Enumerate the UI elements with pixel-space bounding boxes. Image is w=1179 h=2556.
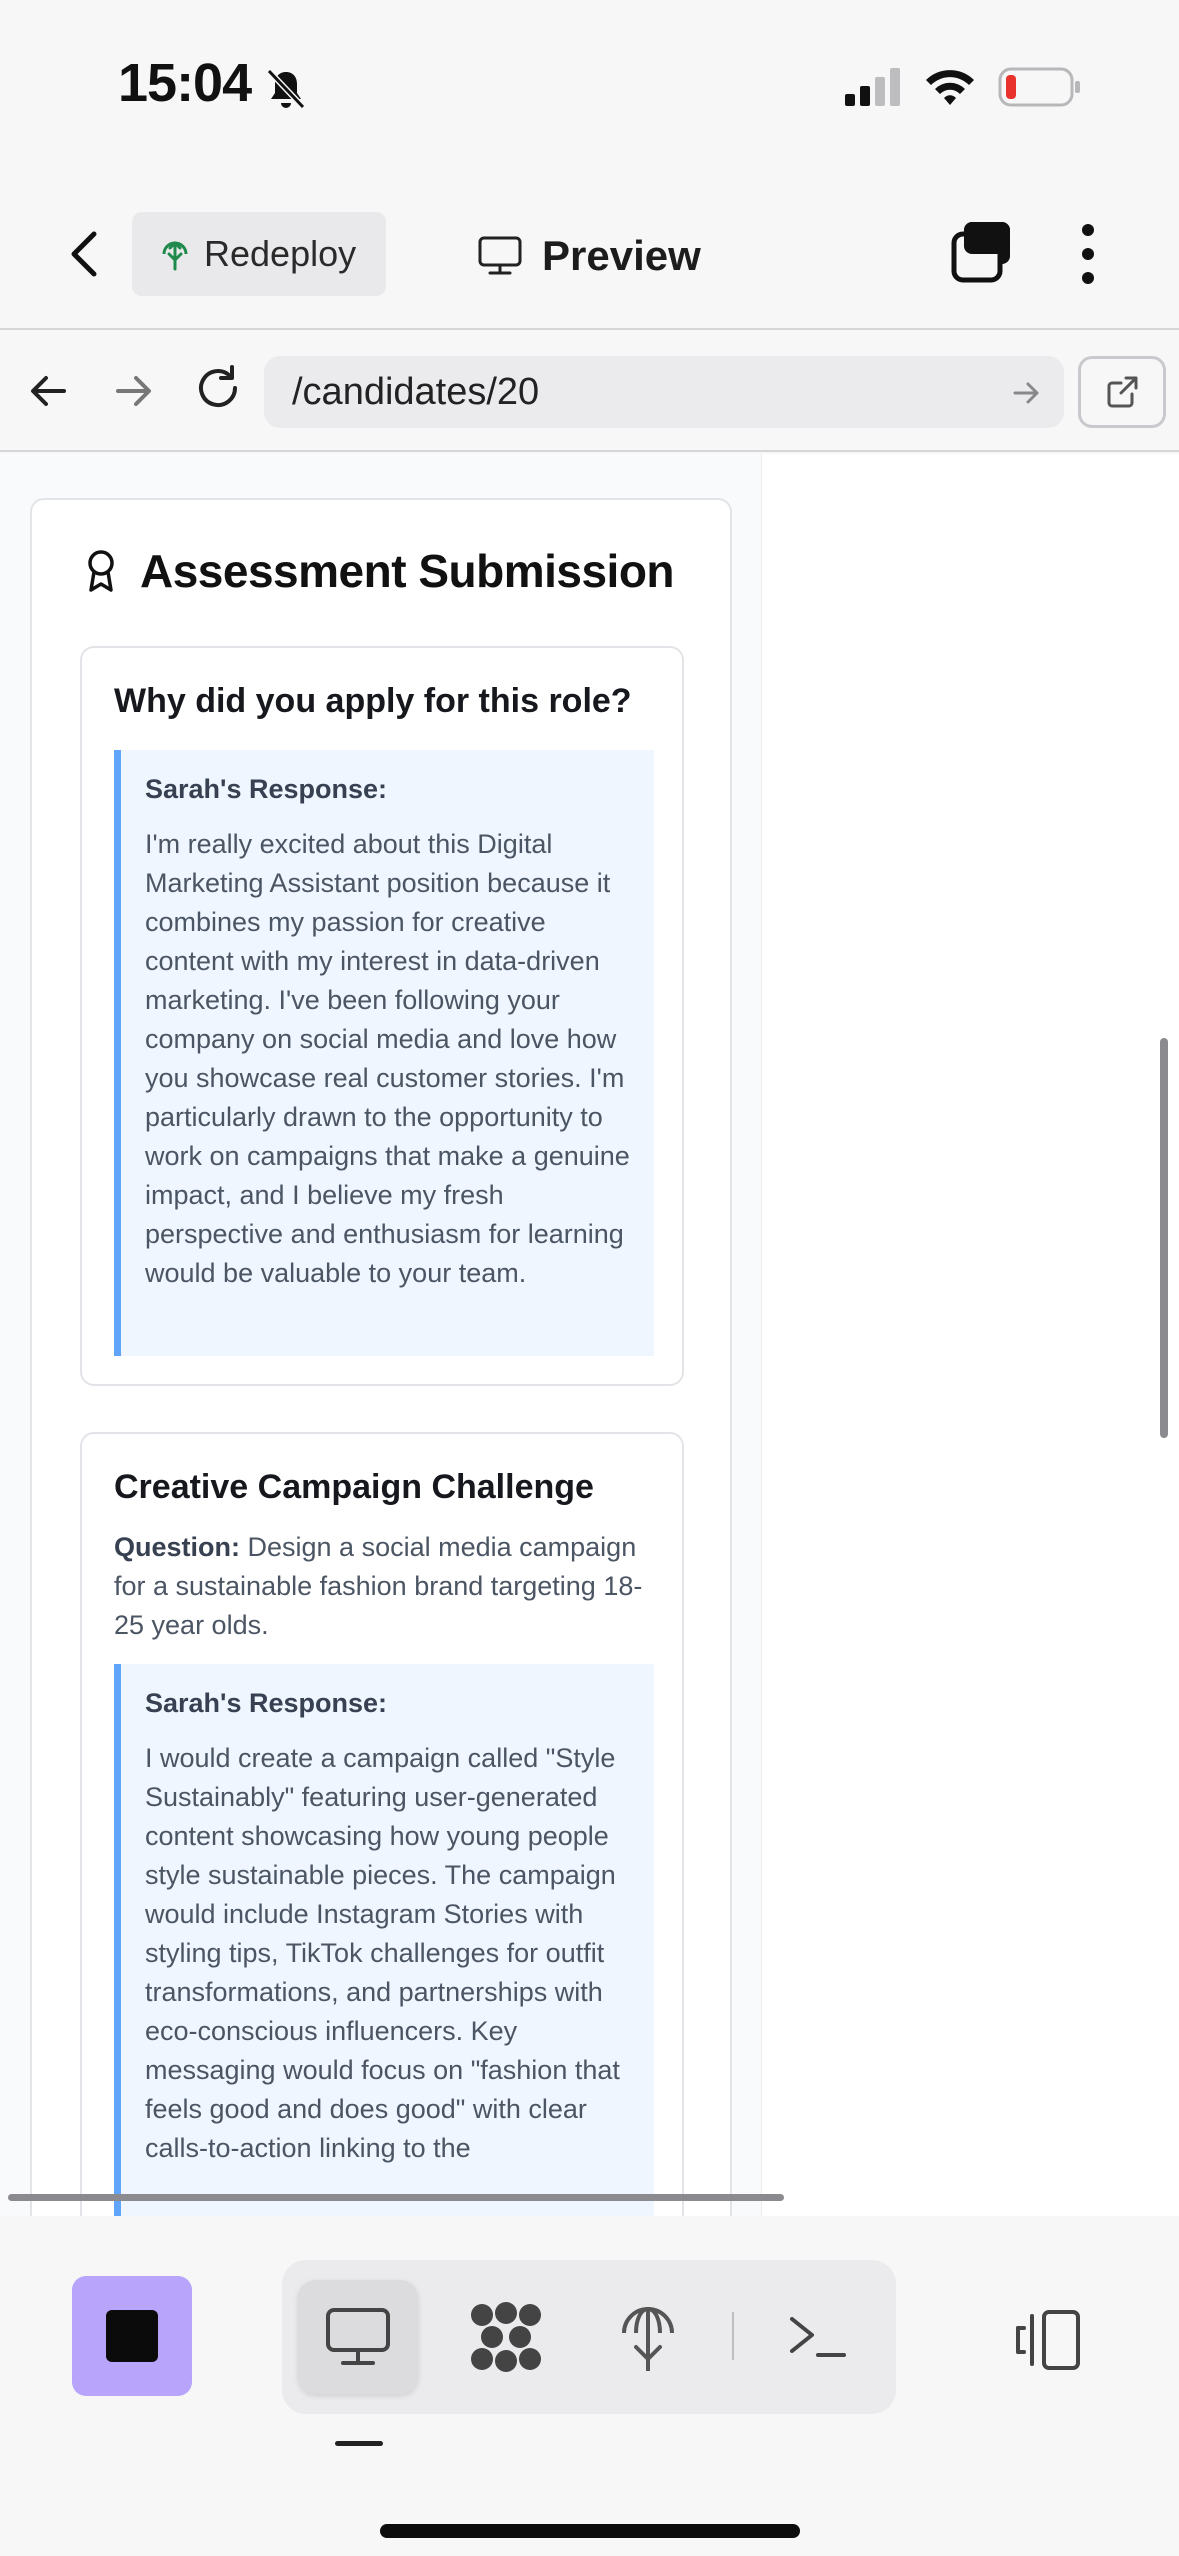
app-header: Redeploy Preview (0, 170, 1179, 330)
graph-tool-button[interactable] (446, 2280, 566, 2394)
question-label: Question: (114, 1532, 240, 1562)
open-external-button[interactable] (1078, 356, 1166, 428)
status-bar: 15:04 (0, 0, 1179, 170)
console-icon (790, 2317, 846, 2357)
url-text: /candidates/20 (292, 370, 540, 413)
question-title: Creative Campaign Challenge (114, 1468, 594, 1506)
vertical-scrollbar[interactable] (1160, 1038, 1168, 1438)
layers-icon[interactable] (950, 220, 1014, 284)
url-go-icon[interactable] (1010, 376, 1044, 410)
card-header: Assessment Submission (84, 544, 675, 598)
stop-button[interactable] (72, 2276, 192, 2396)
deploy-icon (622, 2306, 674, 2371)
bottom-toolbar (0, 2216, 1179, 2556)
arrow-right-icon[interactable] (108, 366, 158, 416)
desktop-tool-button[interactable] (298, 2280, 418, 2394)
response-text: I would create a campaign called "Style … (145, 1743, 620, 2163)
status-time: 15:04 (118, 53, 252, 113)
response-box: Sarah's Response: I'm really excited abo… (114, 750, 654, 1356)
response-text: I'm really excited about this Digital Ma… (145, 829, 630, 1288)
open-external-icon (1107, 376, 1138, 408)
preview-label: Preview (542, 232, 701, 279)
wifi-icon (926, 70, 974, 105)
more-vertical-icon[interactable] (1072, 222, 1104, 286)
reload-icon[interactable] (192, 362, 244, 414)
redeploy-button[interactable]: Redeploy (132, 212, 386, 296)
redeploy-icon (162, 241, 188, 271)
bell-slash-icon (266, 68, 306, 110)
horizontal-scrollbar[interactable] (8, 2194, 784, 2201)
arrow-left-icon[interactable] (24, 366, 74, 416)
toolbar-divider (732, 2312, 734, 2360)
redeploy-label: Redeploy (204, 233, 357, 274)
back-chevron-icon[interactable] (60, 226, 108, 282)
response-label: Sarah's Response: (145, 774, 388, 804)
desktop-icon (326, 2308, 390, 2365)
url-field[interactable]: /candidates/20 (264, 356, 1064, 428)
left-pane: Assessment Submission Why did you apply … (0, 454, 762, 2216)
assessment-card: Assessment Submission Why did you apply … (30, 498, 732, 2216)
deploy-tool-button[interactable] (588, 2280, 708, 2394)
panel-toggle-icon[interactable] (1010, 2308, 1082, 2372)
award-icon (88, 550, 114, 592)
question-card: Creative Campaign Challenge Question: De… (80, 1432, 684, 2216)
question-text: Question: Design a social media campaign… (114, 1528, 654, 1645)
browser-bar: /candidates/20 (0, 332, 1179, 452)
question-card: Why did you apply for this role? Sarah's… (80, 646, 684, 1386)
graph-icon (471, 2302, 541, 2372)
home-indicator[interactable] (380, 2524, 800, 2538)
desktop-icon (478, 236, 522, 275)
tool-switcher (282, 2260, 896, 2414)
battery-low-icon (998, 67, 1080, 107)
response-box: Sarah's Response: I would create a campa… (114, 1664, 654, 2216)
card-title: Assessment Submission (140, 545, 675, 597)
console-tool-button[interactable] (758, 2280, 878, 2394)
stop-icon (106, 2310, 158, 2362)
active-tab-indicator (335, 2441, 383, 2446)
response-label: Sarah's Response: (145, 1688, 388, 1718)
preview-tab[interactable]: Preview (478, 226, 701, 286)
question-title: Why did you apply for this role? (114, 682, 632, 720)
cellular-signal-icon (845, 68, 900, 106)
preview-content[interactable]: Assessment Submission Why did you apply … (0, 454, 1179, 2216)
